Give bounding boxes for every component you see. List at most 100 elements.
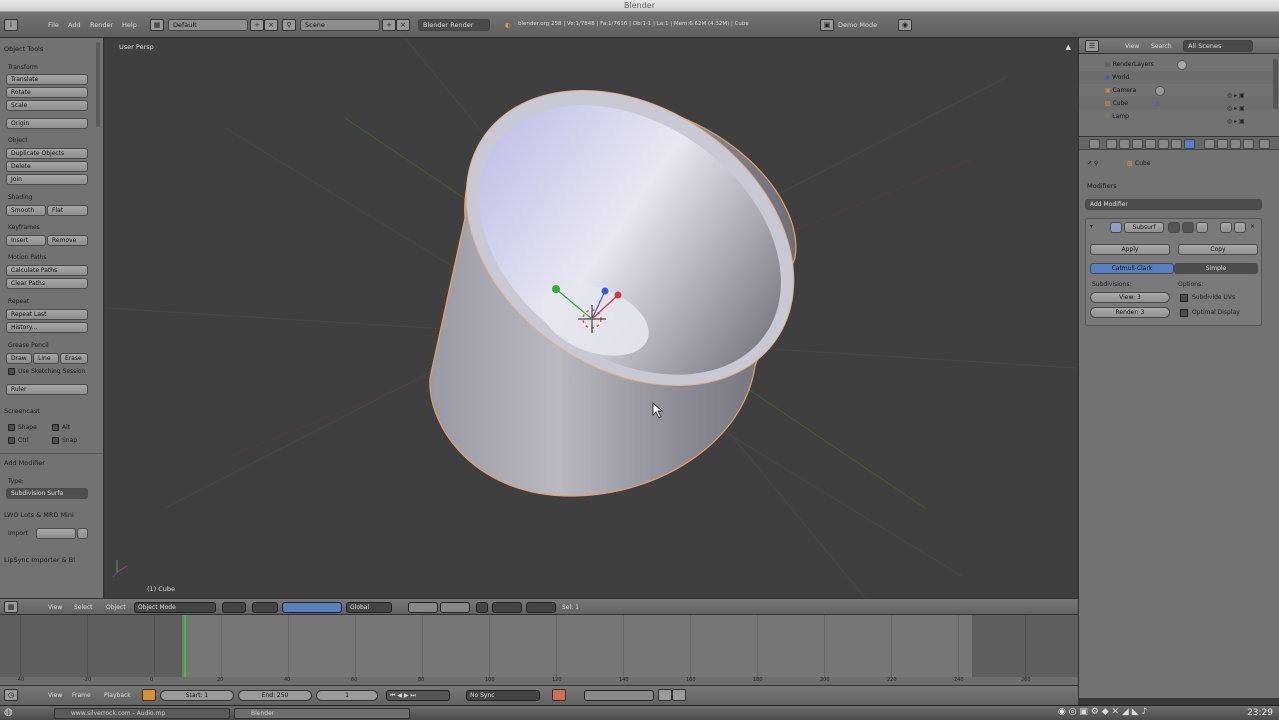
timeline-editor-icon[interactable]: ◷ bbox=[4, 689, 18, 701]
layers-grid-b[interactable] bbox=[440, 602, 470, 613]
texture-tab-icon[interactable] bbox=[1217, 139, 1228, 149]
subdivide-uvs-checkbox[interactable] bbox=[1180, 294, 1188, 302]
timeline-playback-menu[interactable]: Playback bbox=[104, 692, 131, 699]
line-button[interactable]: Line bbox=[33, 353, 59, 364]
copy-button[interactable]: Copy bbox=[1178, 244, 1258, 255]
duplicate-objects-button[interactable]: Duplicate Objects bbox=[6, 148, 88, 159]
viewport-editor-icon[interactable]: ▦ bbox=[4, 601, 18, 613]
object-tools-title[interactable]: Object Tools bbox=[4, 45, 43, 53]
render-engine-select[interactable]: Blender Render bbox=[418, 19, 490, 31]
3d-viewport[interactable]: User Persp (1) Cube ▲ bbox=[105, 38, 1077, 598]
render-levels-field[interactable]: Render: 3 bbox=[1090, 307, 1170, 318]
collapse-icon[interactable]: ▾ bbox=[1090, 223, 1093, 230]
render-toggle-icon[interactable] bbox=[1177, 60, 1187, 70]
join-button[interactable]: Join bbox=[6, 174, 88, 185]
outliner-view-menu[interactable]: View bbox=[1125, 43, 1139, 50]
draw-button[interactable]: Draw bbox=[6, 353, 32, 364]
outliner-item-world[interactable]: ◉ World bbox=[1079, 71, 1273, 84]
start-frame-field[interactable]: Start: 1 bbox=[160, 690, 234, 701]
flat-button[interactable]: Flat bbox=[47, 205, 88, 216]
delete-keyframe-icon[interactable] bbox=[672, 689, 686, 701]
timeline-frame-menu[interactable]: Frame bbox=[72, 692, 91, 699]
outliner-filter-select[interactable]: All Scenes bbox=[1183, 40, 1253, 52]
modifiers-active-tab-icon[interactable] bbox=[1184, 139, 1195, 149]
optimal-display-checkbox[interactable] bbox=[1180, 309, 1188, 317]
editor-type-icon[interactable]: i bbox=[4, 19, 18, 31]
alt-checkbox[interactable] bbox=[52, 424, 59, 431]
keying-set-field[interactable] bbox=[584, 690, 654, 701]
taskbar-browser-item[interactable]: www.silverrock.com - Audio.mp bbox=[54, 708, 230, 719]
data-tab-icon[interactable] bbox=[1171, 139, 1182, 149]
shading-select[interactable] bbox=[222, 602, 246, 613]
calculate-paths-button[interactable]: Calculate Paths bbox=[6, 265, 88, 276]
viewport-select-menu[interactable]: Select bbox=[74, 604, 93, 611]
timeline-view-menu[interactable]: View bbox=[48, 692, 62, 699]
delete-button[interactable]: Delete bbox=[6, 161, 88, 172]
start-menu-icon[interactable]: ◍ bbox=[4, 707, 13, 718]
mesh-data-icon[interactable]: △ bbox=[1155, 97, 1160, 110]
catmull-clark-toggle[interactable]: Catmull-Clark bbox=[1090, 263, 1174, 274]
apply-button[interactable]: Apply bbox=[1090, 244, 1170, 255]
proportional-edit-select[interactable] bbox=[492, 602, 522, 613]
physics-tab-icon[interactable] bbox=[1243, 139, 1254, 149]
outliner-search-menu[interactable]: Search bbox=[1151, 43, 1172, 50]
outliner-scrollbar[interactable] bbox=[1273, 59, 1278, 109]
pin-icon[interactable]: ✔ ⚲ bbox=[1087, 160, 1098, 167]
end-frame-field[interactable]: End: 250 bbox=[238, 690, 312, 701]
clear-paths-button[interactable]: Clear Paths bbox=[6, 278, 88, 289]
taskbar-blender-item[interactable]: Blender bbox=[234, 708, 410, 719]
modifier-name-field[interactable]: Subsurf bbox=[1124, 222, 1164, 233]
playback-controls[interactable]: ⏮ ◀ ▶ ⏭ bbox=[386, 690, 450, 701]
rotate-button[interactable]: Rotate bbox=[6, 87, 88, 98]
menu-help[interactable]: Help bbox=[122, 21, 137, 29]
ruler-button[interactable]: Ruler bbox=[6, 384, 88, 395]
ctrl-checkbox[interactable] bbox=[8, 437, 15, 444]
repeat-last-button[interactable]: Repeat Last bbox=[6, 309, 88, 320]
pivot-select[interactable] bbox=[252, 602, 278, 613]
visibility-toggles[interactable]: ◎ ▸ ▣ ◎ ▸ ▣ ◎ ▸ ▣ bbox=[1227, 89, 1267, 125]
remove-modifier-icon[interactable]: × bbox=[1250, 223, 1255, 230]
snap-select[interactable] bbox=[526, 602, 556, 613]
insert-keyframe-icon[interactable] bbox=[658, 689, 672, 701]
outliner-editor-icon[interactable]: ☰ bbox=[1085, 40, 1099, 52]
object-mode-select[interactable]: Object Mode bbox=[134, 602, 216, 613]
add-modifier-dropdown[interactable]: Add Modifier bbox=[1085, 199, 1262, 210]
scale-button[interactable]: Scale bbox=[6, 100, 88, 111]
record-icon[interactable] bbox=[552, 689, 566, 701]
quit-icon[interactable]: ◉ bbox=[898, 19, 912, 31]
sync-mode-select[interactable]: No Sync bbox=[466, 690, 540, 701]
snap-checkbox[interactable] bbox=[52, 437, 59, 444]
translate-button[interactable]: Translate bbox=[6, 74, 88, 85]
constraints-tab-icon[interactable] bbox=[1145, 139, 1156, 149]
scene-select[interactable]: Scene bbox=[300, 19, 380, 31]
shape-checkbox[interactable] bbox=[8, 424, 15, 431]
sketching-session-checkbox[interactable] bbox=[8, 368, 15, 375]
timeline[interactable]: -40 -20 0 20 40 60 80 100 120 140 160 180 200 220 240 2… bbox=[0, 615, 1078, 685]
lock-layers-icon[interactable] bbox=[476, 602, 488, 613]
particles-tab-icon[interactable] bbox=[1230, 139, 1241, 149]
menu-file[interactable]: File bbox=[48, 21, 59, 29]
manipulator-toggles[interactable] bbox=[282, 602, 342, 613]
current-frame-field[interactable]: 1 bbox=[316, 690, 378, 701]
layers-grid-a[interactable] bbox=[408, 602, 438, 613]
material-tab-icon[interactable] bbox=[1204, 139, 1215, 149]
outliner-item-renderlayers[interactable]: ▤ RenderLayers bbox=[1079, 58, 1273, 71]
screen-layout-select[interactable]: Default bbox=[168, 19, 248, 31]
screencast-title[interactable]: Screencast bbox=[4, 407, 40, 415]
render-toggle-icon[interactable] bbox=[1168, 222, 1180, 233]
current-frame-cursor[interactable] bbox=[184, 615, 186, 677]
orientation-select[interactable]: Global bbox=[346, 602, 392, 613]
modifier-type-select[interactable]: Subdivision Surfa bbox=[6, 488, 88, 499]
object-tab-icon[interactable] bbox=[1132, 139, 1143, 149]
extra-tab-icon[interactable] bbox=[1259, 139, 1270, 149]
remove-scene-icon[interactable]: × bbox=[396, 19, 410, 31]
insert-keyframe-button[interactable]: Insert bbox=[6, 235, 46, 246]
remove-keyframe-button[interactable]: Remove bbox=[47, 235, 88, 246]
world-tab-icon[interactable] bbox=[1119, 139, 1130, 149]
simple-toggle[interactable]: Simple bbox=[1174, 263, 1258, 274]
render-tab-icon[interactable] bbox=[1089, 139, 1100, 149]
demo-mode-label[interactable]: Demo Mode bbox=[838, 21, 877, 29]
menu-render[interactable]: Render bbox=[90, 21, 113, 29]
menu-add[interactable]: Add bbox=[68, 21, 81, 29]
add-scene-icon[interactable]: + bbox=[382, 19, 396, 31]
